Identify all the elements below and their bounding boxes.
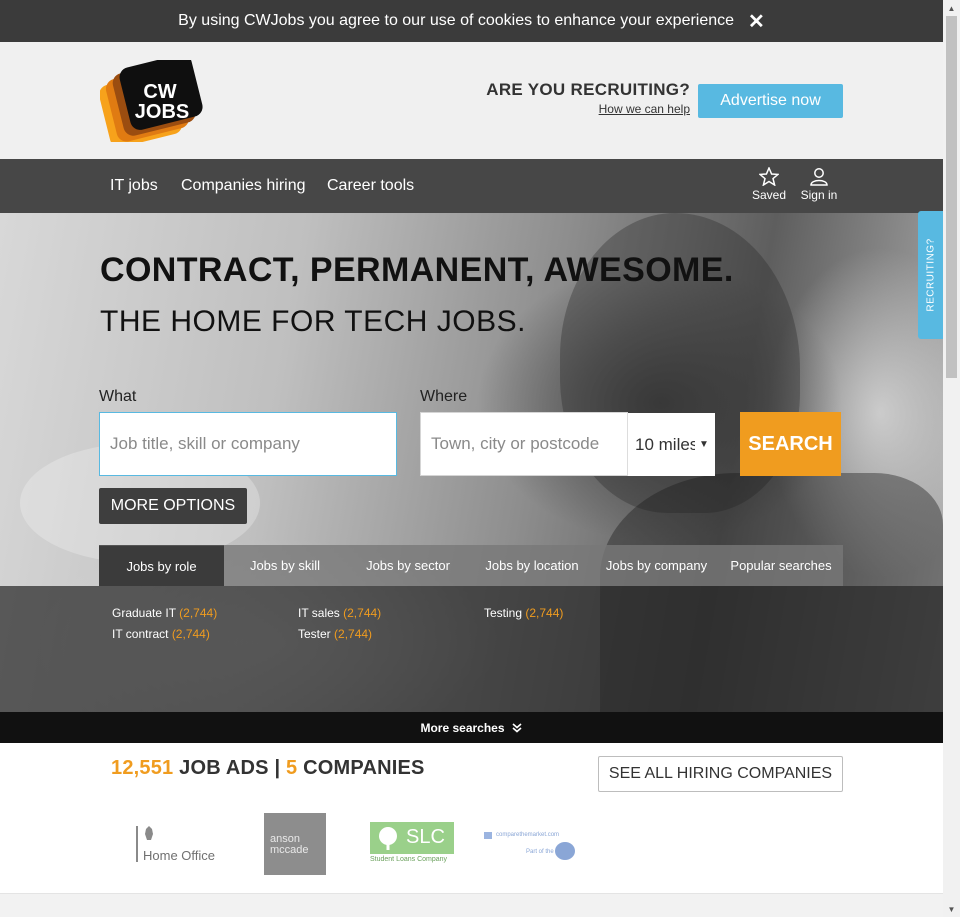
home-office-logo[interactable]: Home Office <box>136 826 226 864</box>
slc-text: SLC <box>406 826 445 848</box>
radius-select[interactable]: 10 miles ▼ <box>627 413 715 476</box>
logo-text-jobs: JOBS <box>135 101 189 123</box>
slc-logo[interactable]: SLC Student Loans Company <box>370 822 456 866</box>
what-label: What <box>99 388 137 405</box>
popular-link-label: IT sales <box>298 606 340 620</box>
popular-link-label: IT contract <box>112 627 169 641</box>
hero-subheadline: THE HOME FOR TECH JOBS. <box>100 305 526 338</box>
popular-link-label: Graduate IT <box>112 606 176 620</box>
popular-link[interactable]: Testing (2,744) <box>484 606 563 620</box>
scroll-up-arrow-icon[interactable]: ▲ <box>943 0 960 16</box>
popular-link[interactable]: Graduate IT (2,744) <box>112 606 217 620</box>
popular-link-count: (2,744) <box>525 606 564 620</box>
nav-item-companies-hiring[interactable]: Companies hiring <box>181 177 306 195</box>
hero-section: CONTRACT, PERMANENT, AWESOME. THE HOME F… <box>0 213 943 743</box>
cookie-banner: By using CWJobs you agree to our use of … <box>0 0 943 42</box>
ctm-mark <box>484 832 492 839</box>
see-all-hiring-companies-button[interactable]: SEE ALL HIRING COMPANIES <box>598 756 843 792</box>
cookie-text: By using CWJobs you agree to our use of … <box>178 12 735 29</box>
footer-band <box>0 893 943 917</box>
tab-popular-searches[interactable]: Popular searches <box>719 545 843 586</box>
saved-label: Saved <box>751 188 787 202</box>
recruiting-side-tab-label: RECRUITING? <box>925 238 936 312</box>
scroll-down-arrow-icon[interactable]: ▼ <box>943 901 960 917</box>
recruiting-block: ARE YOU RECRUITING? How we can help <box>470 80 690 118</box>
comparethemarket-logo[interactable]: comparethemarket.com Part of the <box>484 832 576 862</box>
tab-jobs-by-location[interactable]: Jobs by location <box>470 545 594 586</box>
sign-in-label: Sign in <box>800 188 838 202</box>
close-icon[interactable]: ✕ <box>748 9 765 34</box>
popular-link-count: (2,744) <box>171 627 210 641</box>
ctm-text: comparethemarket.com <box>496 832 560 838</box>
recruiting-question: ARE YOU RECRUITING? <box>486 80 690 99</box>
more-searches-button[interactable]: More searches <box>0 712 943 743</box>
home-office-text: Home Office <box>143 848 216 863</box>
nav-item-career-tools[interactable]: Career tools <box>327 177 414 195</box>
more-options-button[interactable]: MORE OPTIONS <box>99 488 247 524</box>
recruiting-side-tab[interactable]: RECRUITING? <box>918 211 943 339</box>
advertise-now-button[interactable]: Advertise now <box>698 84 843 118</box>
popular-link-count: (2,744) <box>179 606 218 620</box>
tab-jobs-by-role[interactable]: Jobs by role <box>99 545 224 586</box>
saved-button[interactable]: Saved <box>751 167 787 202</box>
popular-searches-panel: Graduate IT (2,744) IT contract (2,744) … <box>0 586 943 712</box>
main-nav: IT jobs Companies hiring Career tools Sa… <box>0 159 943 213</box>
site-header: CW JOBS ARE YOU RECRUITING? How we can h… <box>0 42 943 159</box>
dropdown-arrow-icon: ▼ <box>699 439 709 450</box>
stats-separator: | <box>274 757 281 779</box>
popular-link[interactable]: Tester (2,744) <box>298 627 372 641</box>
cwjobs-logo[interactable]: CW JOBS <box>100 60 208 142</box>
sign-in-button[interactable]: Sign in <box>799 167 839 202</box>
logo-text-cw: CW <box>143 81 176 103</box>
page-scrollbar[interactable]: ▲ ▼ <box>943 0 960 917</box>
user-icon <box>810 168 828 186</box>
popular-link[interactable]: IT sales (2,744) <box>298 606 381 620</box>
popular-link-label: Tester <box>298 627 331 641</box>
how-we-can-help-link[interactable]: How we can help <box>599 102 690 116</box>
nav-item-it-jobs[interactable]: IT jobs <box>110 177 158 195</box>
star-icon <box>759 167 779 186</box>
popular-link-count: (2,744) <box>343 606 382 620</box>
where-search-input[interactable]: Town, city or postcode <box>420 412 628 476</box>
anson-mccade-logo[interactable]: anson mccade <box>264 813 326 875</box>
radius-value: 10 miles <box>635 434 695 454</box>
tab-jobs-by-skill[interactable]: Jobs by skill <box>224 545 346 586</box>
what-search-input[interactable]: Job title, skill or company <box>99 412 397 476</box>
tab-jobs-by-company[interactable]: Jobs by company <box>594 545 719 586</box>
page: By using CWJobs you agree to our use of … <box>0 0 943 917</box>
job-count: 12,551 <box>111 757 174 779</box>
hero-headline: CONTRACT, PERMANENT, AWESOME. <box>100 251 734 289</box>
company-count: 5 <box>286 757 298 779</box>
browse-tabs: Jobs by role Jobs by skill Jobs by secto… <box>99 545 843 586</box>
ctm-subtext: Part of the <box>526 849 554 855</box>
popular-link-count: (2,744) <box>334 627 373 641</box>
search-button[interactable]: SEARCH <box>740 412 841 476</box>
mccade-text: mccade <box>270 844 309 856</box>
company-label: COMPANIES <box>303 757 425 779</box>
job-label: JOB ADS <box>179 757 269 779</box>
stats-line: 12,551 JOB ADS | 5 COMPANIES <box>111 757 425 780</box>
slc-subtext: Student Loans Company <box>370 856 448 863</box>
where-label: Where <box>420 388 468 405</box>
ctm-badge <box>555 842 575 860</box>
logo-divider <box>136 826 138 862</box>
crest-icon <box>145 826 153 840</box>
scrollbar-thumb[interactable] <box>946 16 957 378</box>
tab-jobs-by-sector[interactable]: Jobs by sector <box>346 545 470 586</box>
tree-icon <box>379 827 397 850</box>
double-chevron-down-icon <box>511 722 522 733</box>
popular-link-label: Testing <box>484 606 523 620</box>
more-searches-label: More searches <box>420 720 505 735</box>
popular-link[interactable]: IT contract (2,744) <box>112 627 210 641</box>
